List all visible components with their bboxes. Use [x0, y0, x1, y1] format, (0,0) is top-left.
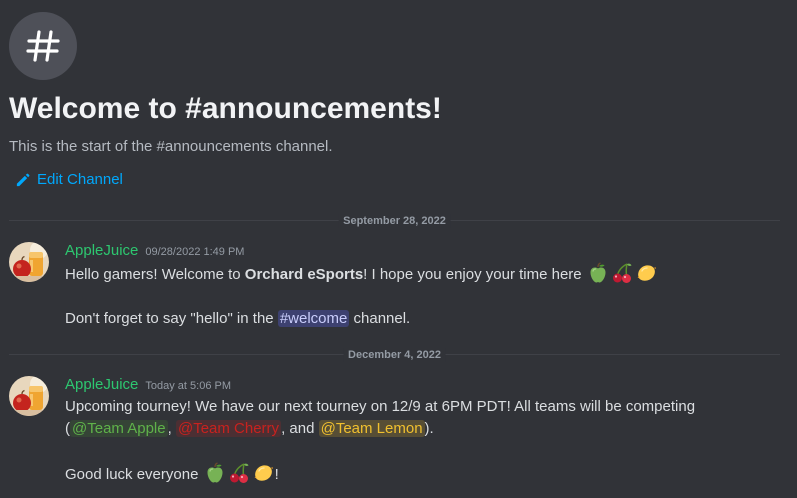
edit-channel-label: Edit Channel: [37, 171, 123, 188]
message-header: AppleJuice Today at 5:06 PM: [65, 376, 787, 396]
channel-icon: [9, 12, 77, 80]
message-header: AppleJuice 09/28/2022 1:49 PM: [65, 242, 787, 262]
message-line: Hello gamers! Welcome to Orchard eSports…: [65, 262, 787, 286]
message-body: AppleJuice Today at 5:06 PM Upcoming tou…: [65, 376, 787, 486]
date-divider: December 4, 2022: [9, 348, 780, 362]
cherries-icon: [611, 262, 633, 284]
hashtag-icon: [26, 30, 60, 62]
green-apple-icon: [204, 462, 226, 484]
edit-channel-button[interactable]: Edit Channel: [15, 171, 123, 189]
message-line: (@Team Apple, @Team Cherry, and @Team Le…: [65, 420, 434, 437]
message-text: Good luck everyone: [65, 466, 199, 483]
message-line: Don't forget to say "hello" in the #welc…: [65, 308, 787, 330]
chat-view: Welcome to #announcements! This is the s…: [0, 0, 797, 498]
username[interactable]: AppleJuice: [65, 376, 138, 393]
message-text: channel.: [349, 310, 411, 327]
date-divider: September 28, 2022: [9, 214, 780, 228]
welcome-title: Welcome to #announcements!: [9, 92, 442, 125]
message-body: AppleJuice 09/28/2022 1:49 PM Hello game…: [65, 242, 787, 330]
channel-mention-welcome[interactable]: #welcome: [277, 310, 350, 327]
green-apple-icon: [587, 262, 609, 284]
role-mention-team-cherry[interactable]: @Team Cherry: [175, 420, 282, 437]
cherries-icon: [228, 462, 250, 484]
lemon-icon: [635, 262, 657, 284]
lemon-icon: [252, 462, 274, 484]
timestamp: Today at 5:06 PM: [145, 380, 231, 392]
message-text: Hello gamers! Welcome to: [65, 266, 245, 283]
role-mention-team-apple[interactable]: @Team Apple: [70, 420, 168, 437]
message-line: Upcoming tourney! We have our next tourn…: [65, 398, 696, 415]
date-divider-label: December 4, 2022: [343, 348, 446, 362]
message-text: Don't forget to say "hello" in the: [65, 310, 278, 327]
message-text: ! I hope you enjoy your time here: [363, 266, 582, 283]
date-divider-label: September 28, 2022: [338, 214, 451, 228]
timestamp: 09/28/2022 1:49 PM: [145, 246, 245, 258]
pencil-icon: [16, 173, 30, 186]
message-line: Good luck everyone !: [65, 462, 787, 486]
role-mention-team-lemon[interactable]: @Team Lemon: [318, 420, 425, 437]
avatar[interactable]: [9, 376, 49, 416]
avatar[interactable]: [9, 242, 49, 282]
message-bold-text: Orchard eSports: [244, 266, 364, 283]
username[interactable]: AppleJuice: [65, 242, 138, 259]
welcome-subtitle: This is the start of the #announcements …: [9, 138, 333, 155]
message-text: !: [274, 466, 279, 483]
